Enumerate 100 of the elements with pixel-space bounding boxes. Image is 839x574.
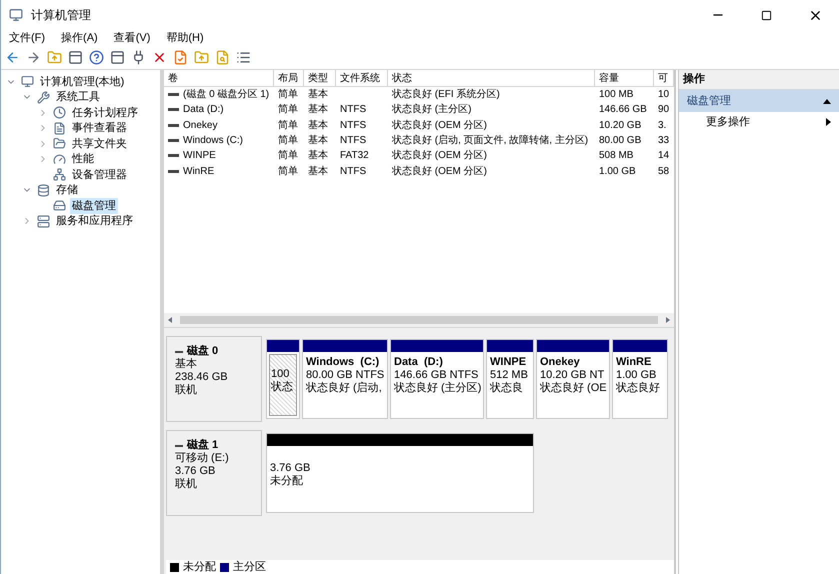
list-icon[interactable]	[236, 50, 251, 65]
table-cell-text: NTFS	[340, 134, 366, 148]
table-cell-text: NTFS	[340, 103, 366, 118]
table-cell-text: FAT32	[340, 149, 369, 164]
tree-item[interactable]: 共享文件夹	[70, 136, 129, 152]
disk-info-panel[interactable]: 磁盘 0 基本 238.46 GB 联机	[166, 336, 262, 422]
log-icon	[53, 122, 66, 135]
partition-name: WinRE	[616, 356, 652, 369]
disk-info-panel[interactable]: 磁盘 1 可移动 (E:) 3.76 GB 联机	[166, 430, 262, 516]
actions-section[interactable]: 磁盘管理	[679, 90, 839, 112]
server-icon	[37, 214, 50, 228]
table-cell-text: 58	[658, 164, 670, 179]
partition-detail: 未分配	[270, 475, 304, 488]
toolbox-icon	[37, 90, 50, 104]
partition-name: Windows (C:)	[306, 356, 380, 369]
column-header[interactable]: 卷	[164, 70, 274, 86]
table-cell-text: 状态良好 (主分区)	[392, 102, 472, 118]
clock-icon	[53, 106, 66, 120]
menu-item[interactable]: 帮助(H)	[166, 30, 204, 46]
scroll-right-icon[interactable]	[666, 317, 670, 323]
disk-size: 238.46 GB	[175, 371, 229, 384]
partition-block[interactable]: 100 状态	[266, 339, 300, 419]
delete-icon[interactable]	[152, 50, 167, 65]
table-cell-text: 10	[658, 88, 670, 102]
table-cell-text: 简单	[278, 88, 298, 102]
window-title: 计算机管理	[31, 7, 92, 24]
collapse-triangle-icon[interactable]	[823, 98, 831, 104]
panel-icon[interactable]	[68, 50, 83, 65]
column-header[interactable]: 状态	[388, 70, 595, 86]
scroll-left-icon[interactable]	[168, 317, 172, 323]
tree-item[interactable]: 设备管理器	[70, 166, 129, 183]
table-cell-text: 状态良好 (OEM 分区)	[392, 118, 487, 133]
tree-item[interactable]: 系统工具	[54, 89, 102, 106]
help-icon[interactable]	[89, 50, 104, 65]
volume-icon	[168, 170, 179, 173]
table-cell-text: WINPE	[183, 149, 216, 164]
action-link[interactable]: 更多操作	[706, 114, 750, 130]
volume-icon	[168, 139, 179, 142]
actions-header: 操作	[679, 70, 839, 90]
menu-item[interactable]: 操作(A)	[61, 30, 98, 46]
partition-block[interactable]: WINPE 512 MB 状态良	[486, 339, 534, 419]
menu-item[interactable]: 文件(F)	[9, 30, 46, 46]
table-cell-text: 3.	[658, 118, 666, 133]
tree-item[interactable]: 任务计划程序	[70, 104, 140, 121]
tree-item[interactable]: 性能	[70, 151, 96, 168]
partition-detail: 状态	[271, 381, 294, 394]
maximize-icon[interactable]	[761, 10, 772, 20]
legend-label: 主分区	[233, 560, 266, 574]
column-header[interactable]: 类型	[304, 70, 336, 86]
legend-label: 未分配	[183, 560, 216, 574]
partition-detail: 状态良好 (启动,	[306, 382, 383, 395]
tree-item[interactable]: 计算机管理(本地)	[38, 74, 126, 90]
column-header[interactable]: 文件系统	[336, 70, 388, 86]
file-search-icon[interactable]	[215, 50, 230, 65]
computer-icon	[21, 75, 34, 88]
tree-item[interactable]: 事件查看器	[70, 120, 129, 136]
table-cell-text: 简单	[278, 164, 298, 179]
disk-name: 磁盘 1	[187, 439, 218, 452]
partition-detail: 状态良好 (OE	[540, 382, 606, 395]
table-cell-text: 80.00 GB	[599, 134, 642, 148]
partition-block[interactable]: Data (D:) 146.66 GB NTFS 状态良好 (主分区)	[390, 339, 484, 419]
plug-icon[interactable]	[131, 50, 146, 65]
table-cell-text: 基本	[308, 164, 328, 179]
partition-block[interactable]: 3.76 GB 未分配	[266, 433, 534, 513]
document-check-icon[interactable]	[173, 50, 188, 65]
partition-detail: 10.20 GB NT	[540, 369, 606, 382]
section-title: 磁盘管理	[687, 94, 731, 109]
partition-detail: 512 MB	[490, 369, 529, 382]
column-header[interactable]: 可	[654, 70, 674, 86]
partition-block[interactable]: WinRE 1.00 GB 状态良好	[612, 339, 668, 419]
folder-up-icon[interactable]	[194, 50, 209, 65]
tree-item[interactable]: 存储	[54, 182, 80, 198]
horizontal-scrollbar[interactable]	[164, 313, 674, 327]
table-cell-text: NTFS	[340, 118, 366, 133]
partition-block[interactable]: Windows (C:) 80.00 GB NTFS 状态良好 (启动,	[302, 339, 388, 419]
table-cell-text: 10.20 GB	[599, 118, 642, 133]
folder-up-icon[interactable]	[47, 50, 62, 65]
disk-name: 磁盘 0	[187, 345, 218, 358]
table-cell-text: NTFS	[340, 164, 366, 179]
partition-name: WINPE	[490, 356, 528, 369]
table-cell-text: 100 MB	[599, 88, 634, 102]
disk-status: 联机	[175, 478, 198, 491]
network-icon	[53, 168, 66, 182]
column-header[interactable]: 容量	[595, 70, 654, 86]
tree-item[interactable]: 磁盘管理	[70, 198, 118, 214]
volume-icon	[168, 93, 179, 96]
forward-arrow-icon[interactable]	[26, 50, 41, 65]
partition-detail: 80.00 GB NTFS	[306, 369, 384, 382]
column-header[interactable]: 布局	[274, 70, 304, 86]
menu-item[interactable]: 查看(V)	[114, 30, 150, 46]
table-cell-text: 14	[658, 149, 670, 164]
volume-icon	[168, 124, 179, 127]
tree-item[interactable]: 服务和应用程序	[54, 213, 135, 230]
table-cell-text: 状态良好 (OEM 分区)	[392, 148, 487, 164]
partition-detail: 状态良好	[616, 382, 661, 395]
partition-block[interactable]: Onekey 10.20 GB NT 状态良好 (OE	[536, 339, 610, 419]
partition-detail: 状态良	[490, 382, 524, 395]
panel-icon[interactable]	[110, 50, 125, 65]
disk-type: 可移动 (E:)	[175, 452, 230, 465]
table-cell-text: 基本	[308, 88, 328, 102]
